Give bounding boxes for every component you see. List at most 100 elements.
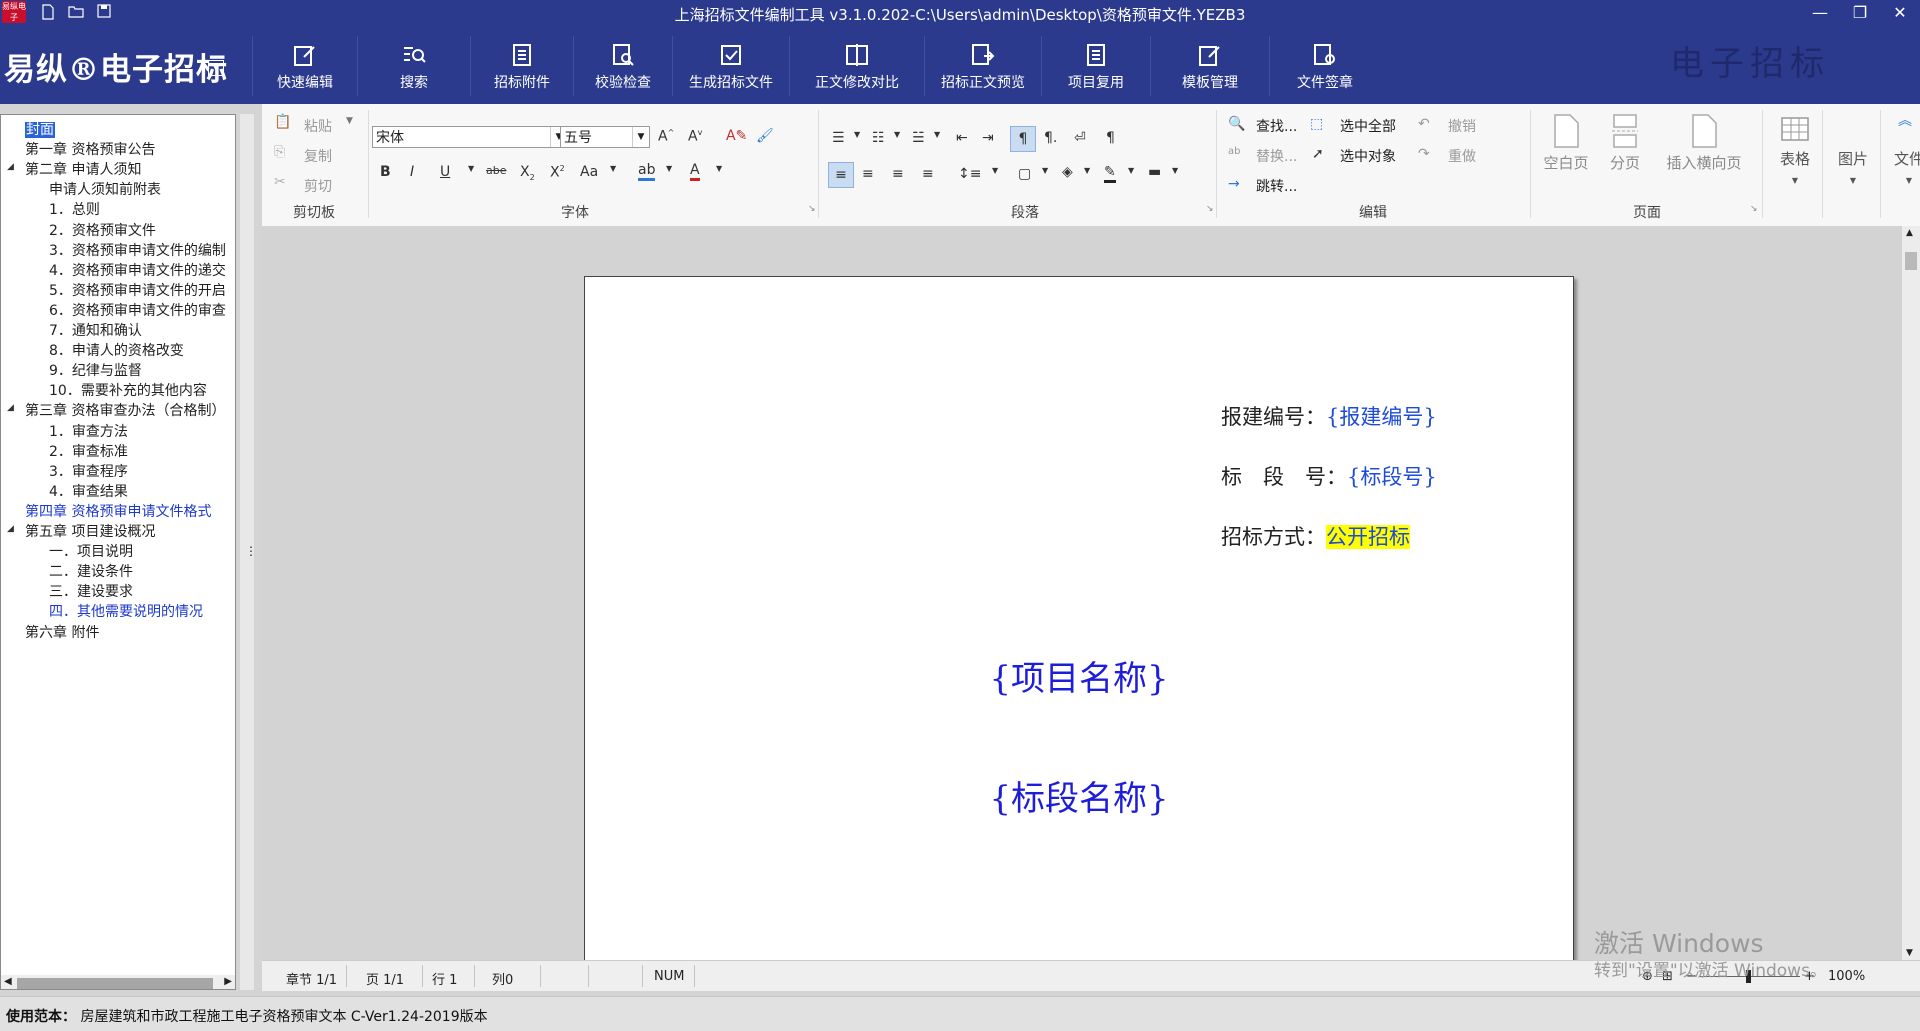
format-painter-icon[interactable]: 🖌 [756,128,774,144]
outline-item[interactable]: 第五章 项目建设概况 [25,521,155,541]
outline-item[interactable]: 二．建设条件 [49,561,133,581]
scroll-down-icon[interactable]: ▼ [1906,948,1913,958]
search-button[interactable]: 搜索 [357,36,470,96]
method-field[interactable]: 公开招标 [1326,525,1410,549]
chevron-down-icon[interactable]: ▼ [666,164,672,173]
outline-item[interactable]: 7．通知和确认 [49,320,142,340]
outline-item[interactable]: 2．资格预审文件 [49,220,156,240]
cut-button[interactable]: 剪切 [304,176,332,196]
chevron-down-icon[interactable]: ▼ [1042,166,1048,175]
outline-item[interactable]: 3．资格预审申请文件的编制 [49,240,226,260]
outline-item[interactable]: 一．项目说明 [49,541,133,561]
report-no-line[interactable]: 报建编号：{报建编号} [1221,401,1437,431]
outline-item[interactable]: 封面 [25,119,55,139]
template-button[interactable]: 模板管理 [1150,36,1269,96]
panel-splitter[interactable]: ⋮ [240,114,257,990]
outline-item[interactable]: 第一章 资格预审公告 [25,139,155,159]
outline-item[interactable]: 第六章 附件 [25,622,99,642]
multilevel-list-icon[interactable]: ☱ [912,130,925,146]
scroll-left-icon[interactable]: ◀ [4,976,12,987]
justify-icon[interactable]: ≡ [922,166,934,182]
paragraph-mark-icon[interactable]: ¶ [1106,130,1115,146]
font-dialog-launcher-icon[interactable]: ↘ [808,204,816,214]
outline-item[interactable]: 第二章 申请人须知 [25,159,141,179]
scrollbar-thumb[interactable] [17,978,213,989]
splitter-grip-icon[interactable]: ⋮ [245,544,257,558]
pen-color-icon[interactable]: ✎ [1104,164,1116,183]
section-name-field[interactable]: {标段名称} [585,771,1573,820]
generate-file-button[interactable]: 生成招标文件 [672,36,789,96]
paste-button[interactable]: 粘贴 [304,116,332,136]
font-family-select[interactable]: 宋体 ▼ [372,126,568,148]
align-center-icon[interactable]: ≡ [862,166,874,182]
brand-dropdown-icon[interactable]: ▼ [208,60,224,76]
goto-button[interactable]: 跳转... [1256,176,1297,196]
paste-dropdown-icon[interactable]: ▼ [346,116,353,126]
collapse-caret-icon[interactable]: ◢ [7,403,14,413]
copy-button[interactable]: 复制 [304,146,332,166]
blank-page-button[interactable]: 空白页 [1536,114,1596,173]
outline-item[interactable]: 9．纪律与监督 [49,360,142,380]
replace-button[interactable]: 替换... [1256,146,1297,166]
preview-button[interactable]: 招标正文预览 [924,36,1041,96]
chevron-down-icon[interactable]: ▼ [992,166,998,175]
collapse-caret-icon[interactable]: ◢ [7,162,14,172]
rtl-marks-icon[interactable]: ¶. [1044,130,1057,146]
section-no-line[interactable]: 标 段 号：{标段号} [1221,461,1437,491]
outline-item[interactable]: 1．审查方法 [49,421,128,441]
numbered-list-icon[interactable]: ☷ [872,130,885,146]
find-button[interactable]: 查找... [1256,116,1297,136]
outline-item[interactable]: 10．需要补充的其他内容 [49,380,207,400]
paragraph-dialog-launcher-icon[interactable]: ↘ [1206,204,1214,214]
decrease-indent-icon[interactable]: ⇤ [956,130,968,146]
undo-button[interactable]: 撤销 [1448,116,1476,136]
clear-format-icon[interactable]: A✎ [726,128,747,144]
shrink-font-icon[interactable]: Av [688,128,702,145]
chevron-down-icon[interactable]: ▼ [854,130,860,139]
align-right-icon[interactable]: ≡ [892,166,904,182]
restore-icon[interactable]: ❐ [1840,0,1880,26]
outline-item[interactable]: 1．总则 [49,199,100,219]
chevron-down-icon[interactable]: ▼ [1128,166,1134,175]
outline-item[interactable]: 申请人须知前附表 [49,179,161,199]
chevron-down-icon[interactable]: ▼ [894,130,900,139]
outline-item[interactable]: 3．审查程序 [49,461,128,481]
redo-button[interactable]: 重做 [1448,146,1476,166]
strikethrough-icon[interactable]: abe [486,164,507,177]
page-break-button[interactable]: 分页 [1600,114,1650,173]
outline-item[interactable]: 5．资格预审申请文件的开启 [49,280,226,300]
section-no-field[interactable]: {标段号} [1347,465,1437,489]
shading-icon[interactable]: ◈ [1062,164,1073,180]
underline-icon[interactable]: U [440,164,450,180]
picture-button[interactable]: 图片 ▼ [1828,148,1878,187]
scrollbar-thumb[interactable] [1905,252,1917,270]
increase-indent-icon[interactable]: ⇥ [982,130,994,146]
chevron-down-icon[interactable]: ▼ [1172,166,1178,175]
outline-item[interactable]: 2．审查标准 [49,441,128,461]
chevron-down-icon[interactable]: ▼ [1084,166,1090,175]
table-button[interactable]: 表格 ▼ [1770,114,1820,187]
outline-item[interactable]: 4．资格预审申请文件的递交 [49,260,226,280]
file-button[interactable]: 文件 ▼ [1884,148,1920,187]
page-dialog-launcher-icon[interactable]: ↘ [1750,204,1758,214]
outline-item[interactable]: 8．申请人的资格改变 [49,340,184,360]
project-name-field[interactable]: {项目名称} [585,651,1573,700]
document-area[interactable]: 报建编号：{报建编号} 标 段 号：{标段号} 招标方式：公开招标 {项目名称}… [262,226,1902,960]
highlight-icon[interactable]: ab [638,162,656,181]
subscript-icon[interactable]: X2 [520,164,535,182]
document-page[interactable]: 报建编号：{报建编号} 标 段 号：{标段号} 招标方式：公开招标 {项目名称}… [584,276,1574,960]
method-line[interactable]: 招标方式：公开招标 [1221,521,1410,551]
select-all-button[interactable]: 选中全部 [1340,116,1396,136]
outline-item[interactable]: 三．建设要求 [49,581,133,601]
insert-landscape-button[interactable]: 插入横向页 [1656,114,1752,173]
outline-item[interactable]: 6．资格预审申请文件的审查 [49,300,226,320]
change-case-icon[interactable]: Aa [580,164,598,180]
outline-item[interactable]: 四．其他需要说明的情况 [49,601,203,621]
align-left-icon[interactable]: ≡ [828,162,854,188]
collapse-caret-icon[interactable]: ◢ [7,524,14,534]
chevron-down-icon[interactable]: ▼ [468,164,474,173]
scroll-right-icon[interactable]: ▶ [224,976,232,987]
vertical-scrollbar[interactable]: ▲ ▼ [1902,226,1920,960]
chevron-down-icon[interactable]: ▼ [934,130,940,139]
bold-icon[interactable]: B [380,164,391,180]
